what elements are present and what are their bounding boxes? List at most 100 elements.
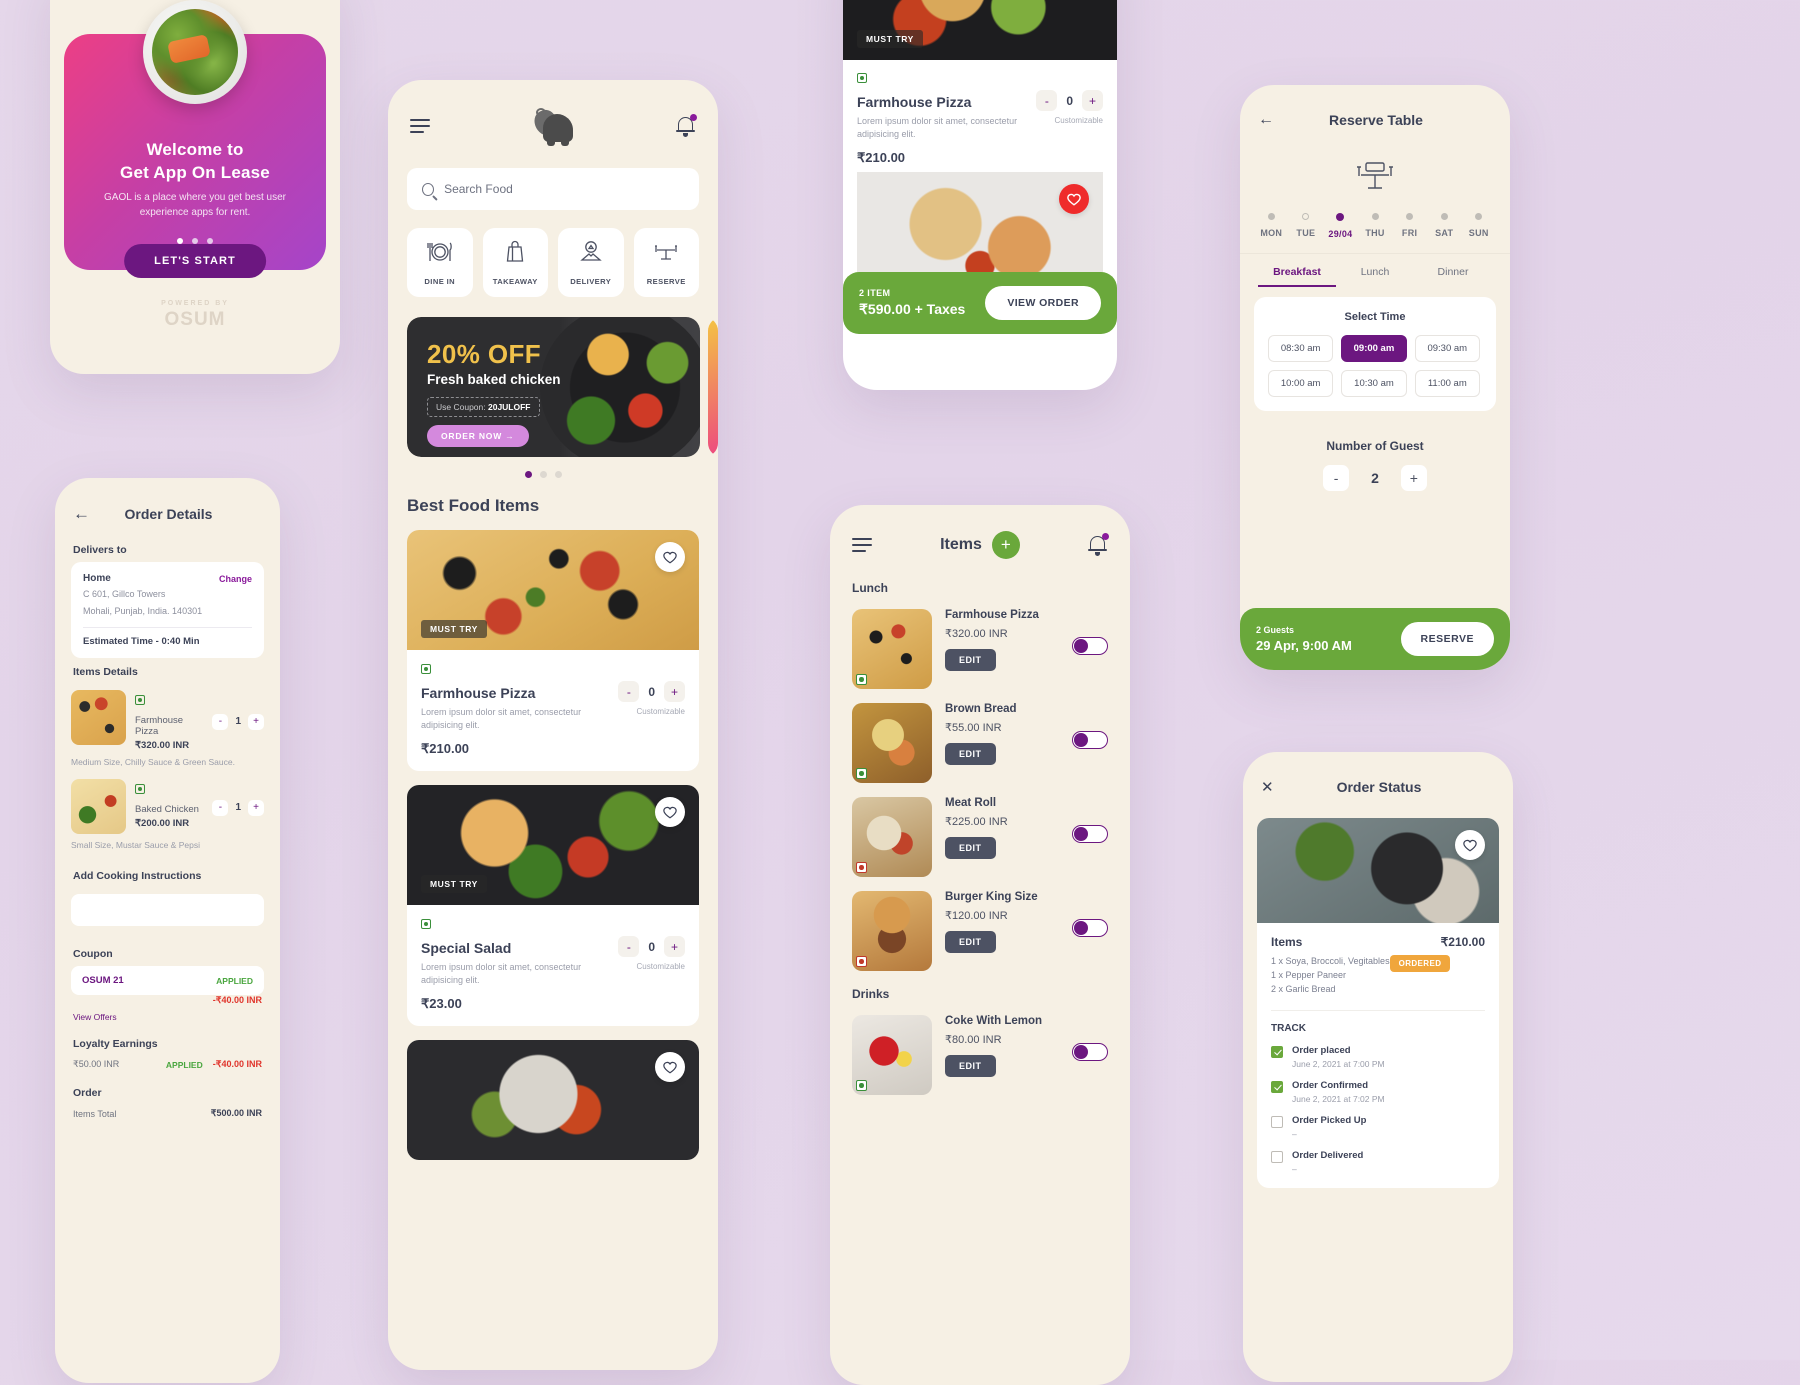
order-now-button[interactable]: ORDER NOW → — [427, 425, 529, 447]
quantity-stepper[interactable]: - 1 + — [212, 690, 264, 751]
order-total-row: Items Total ₹500.00 INR — [55, 1105, 280, 1122]
decrease-button[interactable]: - — [618, 681, 640, 702]
category-dine-in[interactable]: DINE IN — [407, 228, 473, 297]
banner-dot-3[interactable] — [554, 471, 562, 478]
tab-lunch[interactable]: Lunch — [1336, 266, 1414, 287]
tab-dinner[interactable]: Dinner — [1414, 266, 1492, 287]
number-of-guest-label: Number of Guest — [1326, 439, 1424, 453]
heart-icon[interactable] — [655, 797, 685, 827]
quantity-stepper[interactable]: - 0 + — [618, 934, 685, 957]
day-fri[interactable]: FRI — [1392, 213, 1427, 239]
day-tue[interactable]: TUE — [1289, 213, 1324, 239]
delivery-map-icon — [579, 241, 602, 261]
edit-button[interactable]: EDIT — [945, 649, 996, 671]
availability-toggle[interactable] — [1072, 919, 1108, 937]
category-delivery[interactable]: DELIVERY — [558, 228, 624, 297]
loyalty-status: APPLIED — [165, 1059, 203, 1070]
day-thu[interactable]: THU — [1358, 213, 1393, 239]
increase-button[interactable]: + — [664, 681, 685, 702]
banner-subtitle: Fresh baked chicken — [427, 372, 561, 387]
decrease-button[interactable]: - — [212, 713, 229, 730]
quantity-stepper[interactable]: - 0 + — [618, 679, 685, 702]
quantity-stepper[interactable]: - 0 + — [1036, 88, 1103, 111]
arrow-left-icon[interactable]: ← — [73, 504, 97, 524]
quantity-stepper[interactable]: - 1 + — [212, 779, 264, 834]
food-name: Special Salad — [421, 940, 512, 956]
time-options[interactable]: 08:30 am 09:00 am 09:30 am 10:00 am 10:3… — [1268, 335, 1482, 397]
food-card[interactable] — [407, 1040, 699, 1160]
time-option[interactable]: 10:00 am — [1268, 370, 1334, 397]
day-sat[interactable]: SAT — [1427, 213, 1462, 239]
increase-button[interactable]: + — [1082, 90, 1103, 111]
day-selector[interactable]: MON TUE 29/04 THU FRI SAT SUN — [1240, 213, 1510, 254]
increase-button[interactable]: + — [248, 799, 264, 816]
decrease-button[interactable]: - — [618, 936, 640, 957]
edit-button[interactable]: EDIT — [945, 931, 996, 953]
arrow-left-icon[interactable]: ← — [1258, 111, 1280, 129]
food-image: MUST TRY — [407, 785, 699, 905]
osum-logo-text: OSUM — [164, 309, 226, 330]
day-sun[interactable]: SUN — [1461, 213, 1496, 239]
category-takeaway[interactable]: TAKEAWAY — [482, 228, 548, 297]
edit-button[interactable]: EDIT — [945, 743, 996, 765]
time-option[interactable]: 08:30 am — [1268, 335, 1334, 362]
lets-start-button[interactable]: LET'S START — [124, 244, 266, 278]
heart-icon[interactable] — [1455, 830, 1485, 860]
availability-toggle[interactable] — [1072, 731, 1108, 749]
promo-banner-carousel[interactable]: 20% OFF Fresh baked chicken Use Coupon: … — [407, 317, 718, 457]
order-line: 2 x Garlic Bread — [1271, 984, 1336, 994]
availability-toggle[interactable] — [1072, 825, 1108, 843]
time-option-selected[interactable]: 09:00 am — [1341, 335, 1407, 362]
search-bar[interactable] — [407, 168, 699, 210]
cooking-instructions-input[interactable] — [71, 894, 264, 926]
step-time: June 2, 2021 at 7:02 PM — [1292, 1094, 1385, 1104]
edit-button[interactable]: EDIT — [945, 837, 996, 859]
time-option[interactable]: 11:00 am — [1414, 370, 1480, 397]
loyalty-discount: -₹40.00 INR — [212, 1059, 262, 1069]
food-card[interactable]: MUST TRY Special Salad Lorem ipsum dolor… — [407, 785, 699, 1026]
decrease-guest-button[interactable]: - — [1323, 465, 1350, 491]
reserve-button[interactable]: RESERVE — [1400, 622, 1494, 656]
tab-breakfast[interactable]: Breakfast — [1258, 266, 1336, 287]
availability-toggle[interactable] — [1072, 637, 1108, 655]
hamburger-menu-icon[interactable] — [852, 534, 872, 556]
plus-icon[interactable]: + — [991, 531, 1020, 559]
banner-dot-1[interactable] — [524, 471, 532, 478]
day-selected[interactable]: 29/04 — [1323, 213, 1358, 239]
increase-button[interactable]: + — [664, 936, 685, 957]
decrease-button[interactable]: - — [212, 799, 229, 816]
edit-button[interactable]: EDIT — [945, 1055, 996, 1077]
promo-banner[interactable]: 20% OFF Fresh baked chicken Use Coupon: … — [407, 317, 700, 457]
step-label: Order Picked Up — [1292, 1115, 1367, 1126]
close-icon[interactable]: ✕ — [1261, 778, 1283, 796]
heart-icon[interactable] — [1059, 184, 1089, 214]
change-address-button[interactable]: Change — [219, 574, 252, 584]
increase-guest-button[interactable]: + — [1400, 465, 1427, 491]
view-order-button[interactable]: VIEW ORDER — [985, 286, 1101, 320]
day-mon[interactable]: MON — [1254, 213, 1289, 239]
view-offers-link[interactable]: View Offers — [55, 1006, 280, 1022]
time-option[interactable]: 09:30 am — [1414, 335, 1480, 362]
heart-icon[interactable] — [655, 542, 685, 572]
food-card[interactable]: MUST TRY Farmhouse Pizza Lorem ipsum dol… — [407, 530, 699, 771]
search-input[interactable] — [444, 182, 684, 196]
increase-button[interactable]: + — [248, 713, 264, 730]
notification-bell-icon[interactable] — [1088, 533, 1109, 556]
banner-pagination[interactable] — [388, 457, 698, 478]
meal-tabs[interactable]: Breakfast Lunch Dinner — [1240, 254, 1510, 287]
banner-dot-2[interactable] — [539, 471, 547, 478]
promo-banner-next[interactable] — [708, 317, 718, 457]
banner-discount: 20% OFF — [427, 339, 542, 369]
hamburger-menu-icon[interactable] — [410, 115, 430, 137]
time-option[interactable]: 10:30 am — [1341, 370, 1407, 397]
item-thumbnail — [71, 690, 126, 745]
guest-stepper[interactable]: - 2 + — [1240, 453, 1510, 491]
food-name: Farmhouse Pizza — [857, 94, 972, 110]
availability-toggle[interactable] — [1072, 1043, 1108, 1061]
coupon-card[interactable]: OSUM 21 APPLIED — [71, 966, 264, 995]
decrease-button[interactable]: - — [1036, 90, 1058, 111]
category-reserve[interactable]: RESERVE — [633, 228, 699, 297]
notification-bell-icon[interactable] — [676, 114, 697, 137]
item-thumbnail — [852, 609, 932, 689]
heart-icon[interactable] — [655, 1052, 685, 1082]
